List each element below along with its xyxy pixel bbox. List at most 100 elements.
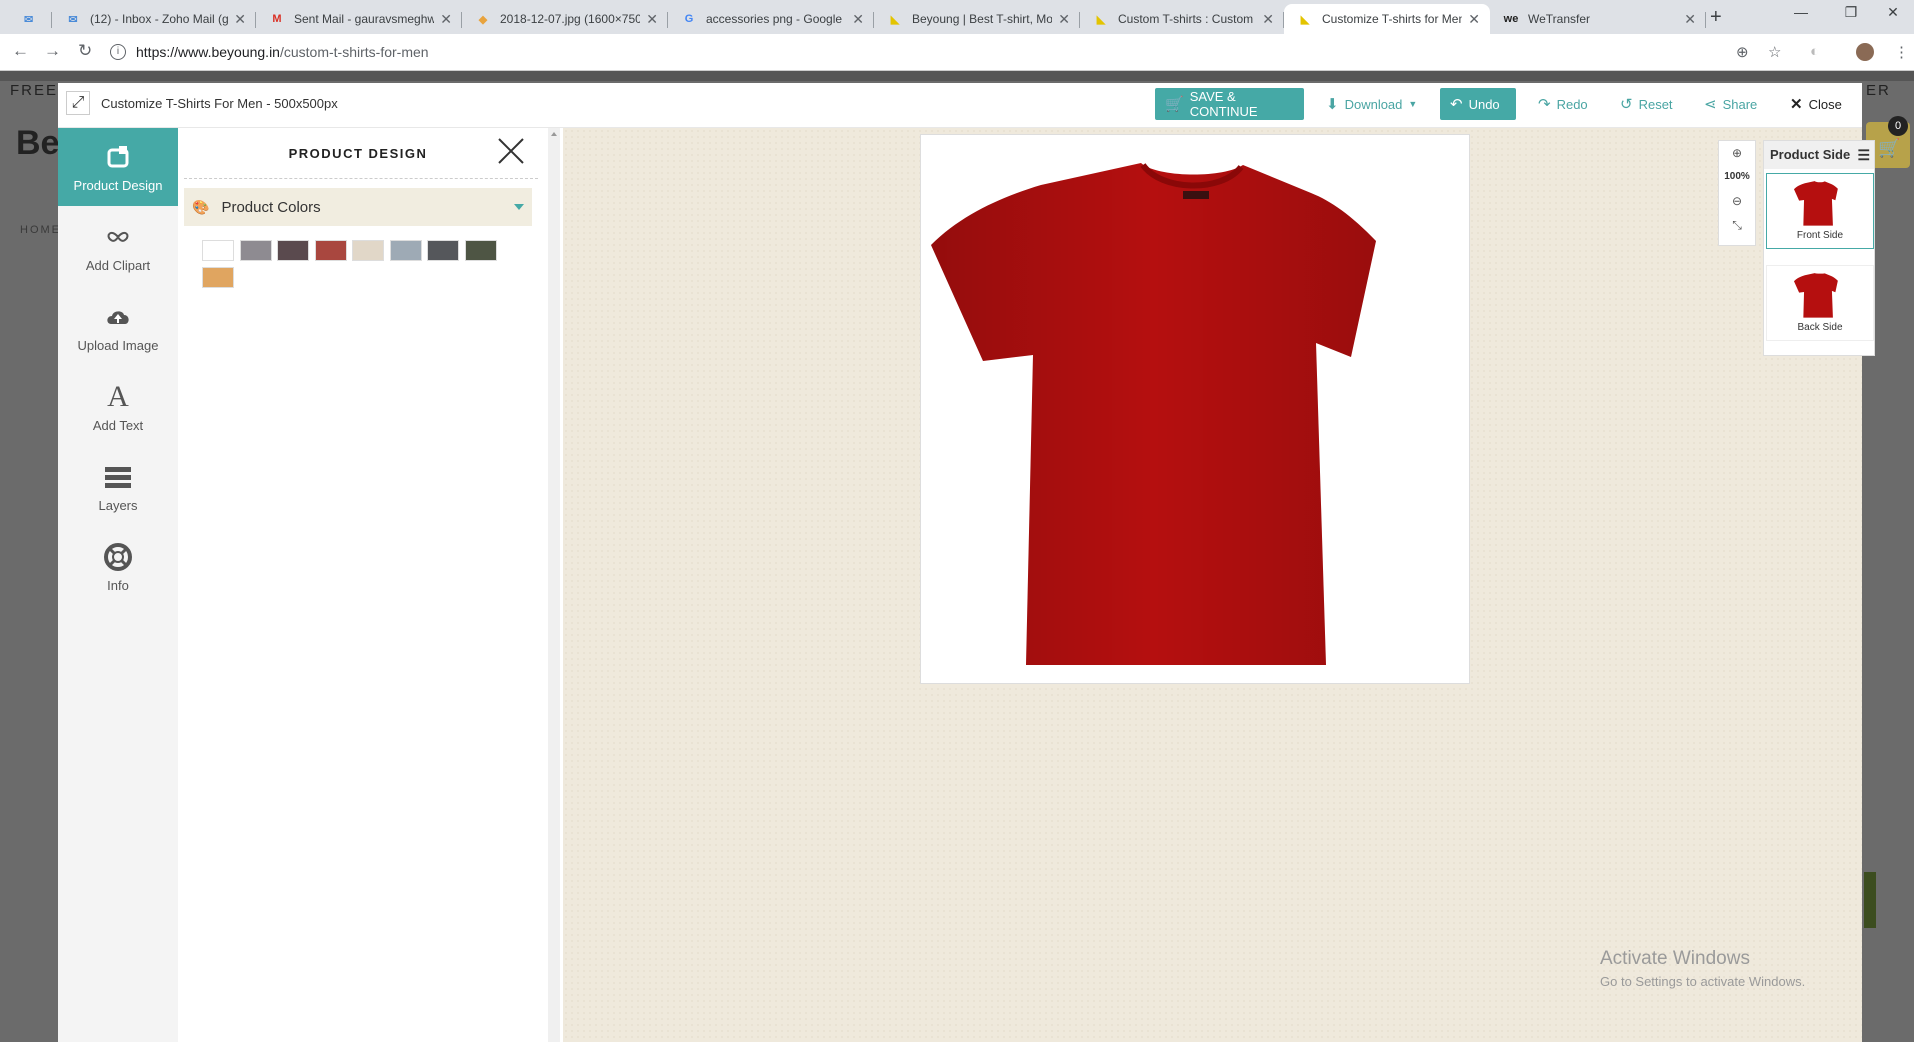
site-info-icon[interactable]: i [110, 44, 126, 60]
tab-close-icon[interactable]: ✕ [1058, 11, 1070, 28]
tool-rail: Product Design Add Clipart Upload Image … [58, 128, 186, 1042]
reload-icon[interactable]: ↻ [78, 41, 92, 61]
rail-info[interactable]: Info [58, 528, 178, 606]
beyoung-icon: ◣ [890, 13, 900, 26]
panel-close-button[interactable] [496, 136, 526, 166]
tab-close-icon[interactable]: ✕ [646, 11, 658, 28]
tab-close-icon[interactable]: ✕ [1468, 11, 1480, 28]
product-design-icon [103, 142, 133, 172]
rail-add-text[interactable]: A Add Text [58, 368, 178, 446]
scroll-up-icon[interactable] [551, 132, 557, 136]
color-swatch[interactable] [389, 240, 422, 261]
tab-close-icon[interactable]: ✕ [1684, 11, 1696, 28]
save-continue-button[interactable]: 🛒 SAVE & CONTINUE [1155, 88, 1304, 120]
url-text: https://www.beyoung.in/custom-t-shirts-f… [136, 44, 429, 60]
google-icon: G [684, 13, 694, 25]
fit-screen-icon[interactable]: ⤡ [1719, 213, 1755, 237]
browser-tab[interactable]: ◆ 2018-12-07.jpg (1600×750 ✕ [462, 4, 668, 34]
tab-title: Custom T-shirts : Custom T [1118, 12, 1257, 26]
new-tab-button[interactable]: + [1710, 6, 1722, 29]
front-side-thumbnail[interactable]: Front Side [1766, 173, 1874, 249]
cart-icon: 🛒 [1165, 96, 1184, 113]
gmail-icon: M [272, 13, 282, 25]
undo-button[interactable]: ↶ Undo [1440, 88, 1516, 120]
download-button[interactable]: ⬇ Download ▼ [1326, 88, 1417, 120]
tab-close-icon[interactable]: ✕ [440, 11, 452, 28]
design-canvas[interactable] [920, 134, 1470, 684]
color-swatch[interactable] [352, 240, 384, 261]
hamburger-menu-icon[interactable]: ☰ [1857, 141, 1870, 169]
product-colors-accordion[interactable]: 🎨 Product Colors [184, 188, 532, 226]
browser-tab[interactable]: Gaccessories png - Google S ✕ [668, 4, 874, 34]
browser-tab[interactable]: ◣ Customize T-shirts for Men ✕ [1284, 4, 1490, 34]
address-bar[interactable]: i https://www.beyoung.in/custom-t-shirts… [110, 39, 1790, 65]
rail-product-design[interactable]: Product Design [58, 128, 178, 206]
clipart-icon [103, 222, 133, 252]
browser-tab[interactable]: we WeTransfer ✕ [1490, 4, 1706, 34]
tab-title: Sent Mail - gauravsmeghw [294, 12, 435, 26]
tab-title: (12) - Inbox - Zoho Mail (g [90, 12, 229, 26]
browser-tab[interactable]: ◣ Custom T-shirts : Custom T ✕ [1080, 4, 1284, 34]
tab-mail-pinned[interactable]: ✉ [10, 4, 52, 34]
panel-scrollbar[interactable] [548, 128, 560, 1042]
color-swatch[interactable] [239, 240, 272, 261]
upload-cloud-icon [103, 302, 133, 332]
back-icon[interactable]: ← [12, 41, 29, 61]
panel-title: PRODUCT DESIGN [288, 146, 428, 161]
browser-toolbar: ← → ↻ i https://www.beyoung.in/custom-t-… [0, 34, 1914, 71]
browser-tab[interactable]: M Sent Mail - gauravsmeghw ✕ [256, 4, 462, 34]
zoom-icon[interactable]: ⊕ [1736, 43, 1749, 61]
tab-close-icon[interactable]: ✕ [234, 11, 246, 28]
extension-icon[interactable]: ◐ [1810, 43, 1819, 60]
zoho-mail-icon: ✉ [68, 13, 78, 26]
modal-header: ⤢ Customize T-Shirts For Men - 500x500px… [58, 83, 1862, 128]
close-icon [498, 138, 524, 164]
reset-button[interactable]: ↺ Reset [1620, 88, 1673, 120]
bookmark-star-icon[interactable]: ☆ [1768, 43, 1781, 61]
site-nav-home: HOME [20, 224, 61, 236]
close-window-icon[interactable]: ✕ [1870, 4, 1914, 21]
tab-title: Customize T-shirts for Men [1322, 12, 1463, 26]
redo-button[interactable]: ↷ Redo [1538, 88, 1588, 120]
zoom-out-icon[interactable]: ⊖ [1719, 189, 1755, 213]
design-canvas-area: ⊕ 100% ⊖ ⤡ Product Side ☰ Front Side Bac… [563, 128, 1875, 1042]
color-swatch[interactable] [202, 240, 234, 261]
tshirt-back-thumb [1793, 273, 1838, 318]
restore-icon[interactable]: ❐ [1828, 4, 1874, 21]
close-button[interactable]: ✕ Close [1790, 88, 1842, 120]
product-design-panel: PRODUCT DESIGN 🎨 Product Colors [178, 128, 560, 1042]
caret-down-icon [514, 204, 524, 210]
chevron-down-icon: ▼ [1408, 99, 1418, 109]
color-swatch[interactable] [464, 240, 497, 261]
tab-close-icon[interactable]: ✕ [852, 11, 864, 28]
rail-add-clipart[interactable]: Add Clipart [58, 208, 178, 286]
tab-close-icon[interactable]: ✕ [1262, 11, 1274, 28]
profile-avatar[interactable] [1856, 43, 1874, 61]
color-swatch[interactable] [277, 240, 309, 261]
color-swatch[interactable] [202, 267, 234, 288]
browser-tab[interactable]: ✉ (12) - Inbox - Zoho Mail (g ✕ [52, 4, 256, 34]
tab-title: WeTransfer [1528, 12, 1591, 26]
browser-tab[interactable]: ◣ Beyoung | Best T-shirt, Mo ✕ [874, 4, 1080, 34]
color-swatch[interactable] [314, 240, 347, 261]
forward-icon[interactable]: → [44, 41, 61, 61]
back-side-thumbnail[interactable]: Back Side [1766, 265, 1874, 341]
product-side-header: Product Side ☰ [1764, 141, 1874, 169]
cart-icon: 🛒 [1878, 138, 1901, 158]
layers-icon [103, 462, 133, 492]
fullscreen-button[interactable]: ⤢ [66, 91, 90, 115]
browser-tab-strip: ✉ ✉ (12) - Inbox - Zoho Mail (g ✕ M Sent Mai… [0, 0, 1914, 34]
reset-icon: ↺ [1620, 96, 1633, 113]
tab-title: Beyoung | Best T-shirt, Mo [912, 12, 1053, 26]
zoom-in-icon[interactable]: ⊕ [1719, 141, 1755, 165]
share-button[interactable]: ⋖ Share [1704, 88, 1757, 120]
beyoung-icon: ◣ [1096, 13, 1106, 26]
color-swatch[interactable] [427, 240, 459, 261]
panel-divider [184, 178, 538, 179]
rail-upload-image[interactable]: Upload Image [58, 288, 178, 366]
lifebuoy-icon [103, 542, 133, 572]
browser-menu-icon[interactable]: ⋮ [1894, 43, 1909, 61]
rail-layers[interactable]: Layers [58, 448, 178, 526]
product-side-panel: Product Side ☰ Front Side Back Side [1763, 140, 1875, 356]
minimize-icon[interactable]: — [1778, 4, 1824, 20]
